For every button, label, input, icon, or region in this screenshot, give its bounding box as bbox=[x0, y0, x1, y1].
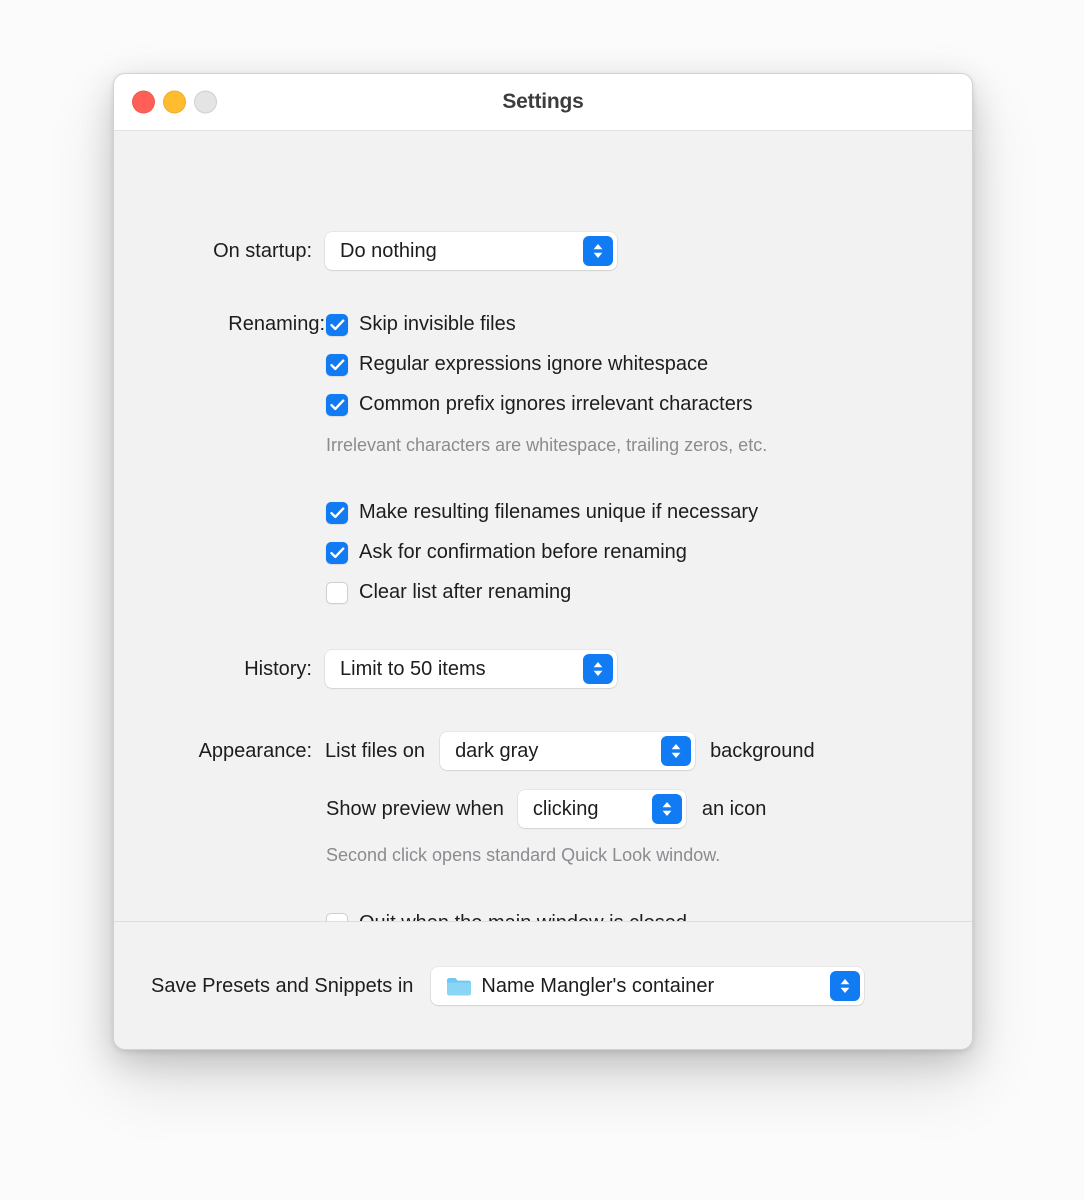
background-select[interactable]: dark gray bbox=[440, 732, 696, 770]
history-label: History: bbox=[244, 657, 312, 680]
history-row: History: Limit to 50 items bbox=[114, 650, 617, 688]
checkbox-label: Regular expressions ignore whitespace bbox=[359, 353, 709, 375]
footer-inner: Save Presets and Snippets in Name Mangle… bbox=[114, 967, 865, 1005]
settings-window: Settings On startup: Do nothing Renaming… bbox=[113, 73, 973, 1050]
renaming-help-text: Irrelevant characters are whitespace, tr… bbox=[326, 435, 768, 455]
save-presets-label: Save Presets and Snippets in bbox=[151, 974, 414, 997]
close-button-icon[interactable] bbox=[132, 90, 155, 114]
checkbox-indicator bbox=[326, 393, 348, 416]
chevron-updown-icon bbox=[583, 654, 613, 684]
checkbox-clear-list-after-renaming[interactable]: Clear list after renaming bbox=[326, 581, 571, 604]
checkbox-label: Clear list after renaming bbox=[359, 581, 572, 603]
checkbox-label: Common prefix ignores irrelevant charact… bbox=[359, 393, 753, 415]
checkbox-indicator bbox=[326, 501, 348, 524]
startup-row: On startup: Do nothing bbox=[114, 232, 972, 270]
preview-trigger-value: clicking bbox=[532, 798, 599, 820]
screen: Settings On startup: Do nothing Renaming… bbox=[0, 0, 1084, 1200]
checkbox-indicator bbox=[326, 541, 348, 564]
minimize-button-icon[interactable] bbox=[163, 90, 186, 114]
startup-select-value: Do nothing bbox=[340, 240, 437, 262]
settings-content: On startup: Do nothing Renaming: Skip in… bbox=[114, 131, 972, 935]
preview-help-wrap: Second click opens standard Quick Look w… bbox=[326, 845, 720, 866]
history-select[interactable]: Limit to 50 items bbox=[325, 650, 617, 688]
startup-label: On startup: bbox=[213, 239, 312, 262]
presets-location-value: Name Mangler's container bbox=[481, 975, 715, 997]
checkbox-skip-invisible-files[interactable]: Skip invisible files bbox=[326, 313, 516, 336]
chevron-updown-icon bbox=[651, 794, 682, 824]
renaming-help-wrap: Irrelevant characters are whitespace, tr… bbox=[326, 435, 767, 456]
settings-footer: Save Presets and Snippets in Name Mangle… bbox=[114, 921, 972, 1049]
preview-help-text: Second click opens standard Quick Look w… bbox=[326, 845, 721, 865]
zoom-button-icon[interactable] bbox=[194, 90, 217, 114]
appearance-row: Appearance: List files on dark gray back… bbox=[114, 732, 815, 770]
window-title: Settings bbox=[502, 90, 584, 113]
checkbox-label: Make resulting filenames unique if neces… bbox=[359, 501, 759, 523]
presets-location-select[interactable]: Name Mangler's container bbox=[431, 967, 865, 1005]
checkbox-indicator bbox=[326, 581, 348, 604]
background-select-value: dark gray bbox=[455, 740, 539, 762]
renaming-label-wrap: Renaming: bbox=[114, 313, 325, 336]
preview-prefix-text: Show preview when bbox=[326, 797, 504, 820]
folder-icon bbox=[446, 976, 472, 997]
chevron-updown-icon bbox=[583, 236, 613, 266]
checkbox-regex-ignore-whitespace[interactable]: Regular expressions ignore whitespace bbox=[326, 353, 708, 376]
checkbox-label: Skip invisible files bbox=[359, 313, 516, 335]
checkbox-common-prefix-ignores[interactable]: Common prefix ignores irrelevant charact… bbox=[326, 393, 753, 416]
preview-trigger-select[interactable]: clicking bbox=[517, 790, 686, 828]
chevron-updown-icon bbox=[830, 971, 861, 1001]
checkbox-label: Ask for confirmation before renaming bbox=[359, 541, 687, 563]
history-select-value: Limit to 50 items bbox=[340, 658, 486, 680]
renaming-label: Renaming: bbox=[228, 313, 325, 335]
checkbox-ask-confirmation[interactable]: Ask for confirmation before renaming bbox=[326, 541, 687, 564]
chevron-updown-icon bbox=[661, 736, 692, 766]
list-files-prefix-text: List files on bbox=[325, 739, 426, 762]
checkbox-make-filenames-unique[interactable]: Make resulting filenames unique if neces… bbox=[326, 501, 758, 524]
window-controls bbox=[132, 90, 217, 114]
appearance-label: Appearance: bbox=[198, 739, 312, 762]
checkbox-indicator bbox=[326, 313, 348, 336]
preview-row: Show preview when clicking an icon bbox=[326, 790, 766, 828]
list-files-suffix-text: background bbox=[710, 739, 815, 762]
startup-select[interactable]: Do nothing bbox=[325, 232, 617, 270]
preview-suffix-text: an icon bbox=[701, 797, 767, 820]
checkbox-indicator bbox=[326, 353, 348, 376]
window-titlebar: Settings bbox=[114, 74, 972, 131]
